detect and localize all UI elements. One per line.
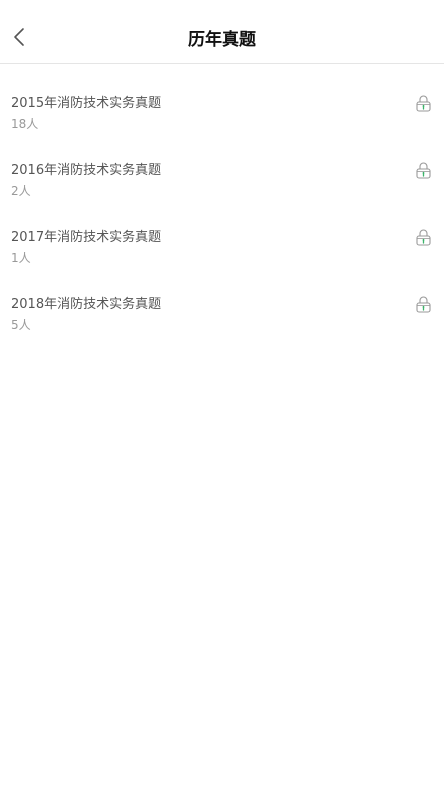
item-title: 2016年消防技术实务真题: [11, 163, 162, 178]
page-title: 历年真题: [188, 30, 256, 50]
item-count: 2人: [11, 184, 31, 198]
list-item[interactable]: 2016年消防技术实务真题 2人: [0, 160, 444, 227]
item-title: 2015年消防技术实务真题: [11, 96, 162, 111]
item-title: 2017年消防技术实务真题: [11, 230, 162, 245]
item-count: 5人: [11, 318, 31, 332]
item-count: 18人: [11, 117, 39, 131]
item-count: 1人: [11, 251, 31, 265]
list-item[interactable]: 2018年消防技术实务真题 5人: [0, 294, 444, 361]
lock-icon[interactable]: [416, 162, 431, 179]
item-title: 2018年消防技术实务真题: [11, 297, 162, 312]
list-item[interactable]: 2017年消防技术实务真题 1人: [0, 227, 444, 294]
lock-icon[interactable]: [416, 229, 431, 246]
top-bar: 历年真题: [0, 0, 444, 64]
list-item[interactable]: 2015年消防技术实务真题 18人: [0, 93, 444, 160]
exam-list: 2015年消防技术实务真题 18人 2016年消防技术实务真题 2人 2017年…: [0, 64, 444, 361]
lock-icon[interactable]: [416, 95, 431, 112]
lock-icon[interactable]: [416, 296, 431, 313]
